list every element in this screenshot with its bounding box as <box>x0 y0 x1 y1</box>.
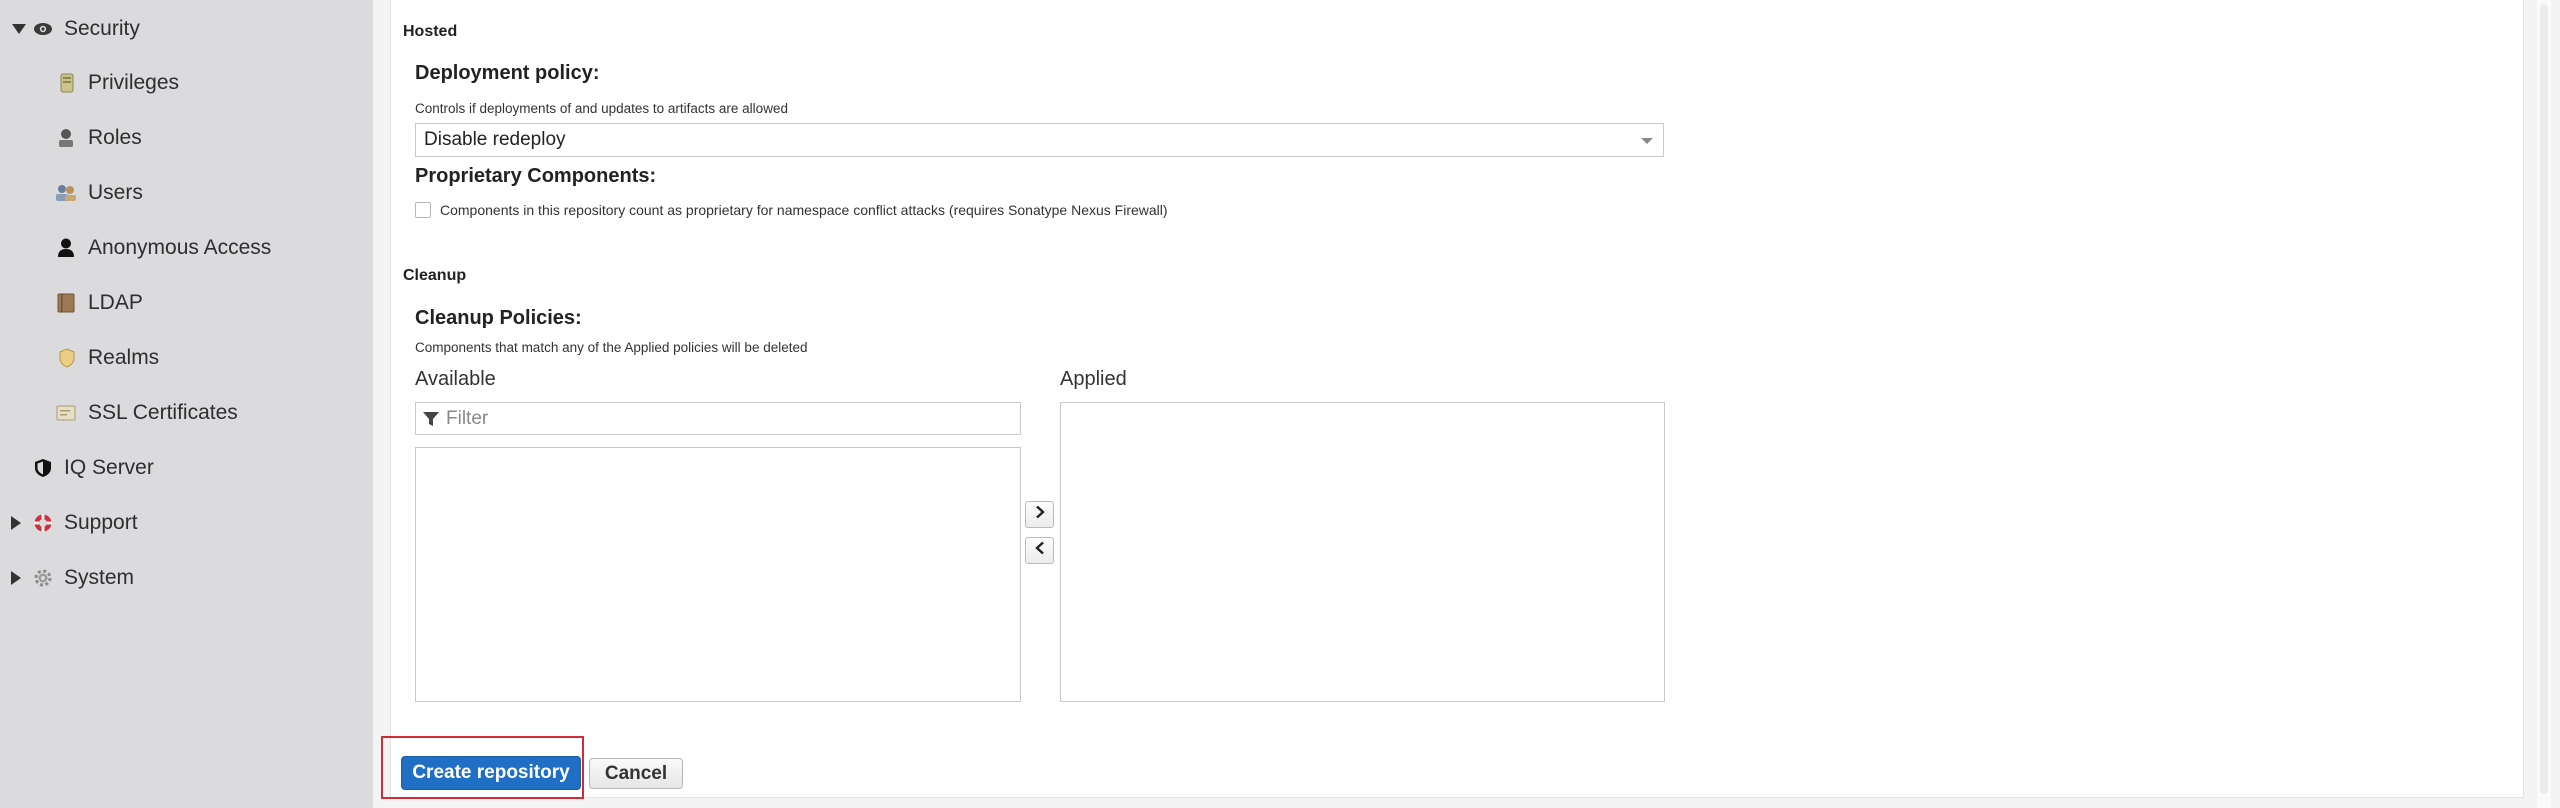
available-filter-field <box>415 402 1021 435</box>
sidebar-item-label: SSL Certificates <box>88 401 238 424</box>
realms-shield-icon <box>56 347 78 369</box>
privileges-icon <box>56 72 78 94</box>
deployment-policy-label: Deployment policy: <box>415 62 600 84</box>
dropdown-caret-icon[interactable] <box>1641 138 1653 144</box>
system-gear-icon <box>32 567 54 589</box>
sidebar-item-label: Security <box>64 17 140 40</box>
proprietary-components-checkbox[interactable] <box>415 202 431 218</box>
cleanup-section-title: Cleanup <box>403 267 467 284</box>
applied-policies-list[interactable] <box>1060 402 1665 702</box>
sidebar-item-iq-server[interactable]: IQ Server <box>0 444 373 492</box>
roles-icon <box>55 127 77 149</box>
expand-caret-right-icon[interactable] <box>11 516 21 530</box>
ssl-certificate-icon <box>55 402 77 424</box>
chevron-left-icon <box>1034 541 1046 560</box>
users-icon <box>55 182 77 204</box>
proprietary-components-label: Proprietary Components: <box>415 165 657 187</box>
proprietary-components-row: Components in this repository count as p… <box>415 200 1168 220</box>
sidebar-item-realms[interactable]: Realms <box>0 334 373 382</box>
available-list-label: Available <box>415 368 496 390</box>
sidebar-item-users[interactable]: Users <box>0 169 373 217</box>
ldap-book-icon <box>55 292 77 314</box>
sidebar-item-label: Privileges <box>88 71 180 94</box>
anonymous-user-icon <box>55 237 77 259</box>
remove-from-applied-button[interactable] <box>1025 537 1054 564</box>
cleanup-policies-label: Cleanup Policies: <box>415 307 582 329</box>
sidebar-item-security[interactable]: Security <box>0 5 373 53</box>
proprietary-components-checkbox-label: Components in this repository count as p… <box>440 202 1168 218</box>
admin-sidebar: Security Privileges Roles Users Anonymou… <box>0 0 373 808</box>
sidebar-item-anonymous-access[interactable]: Anonymous Access <box>0 224 373 272</box>
deployment-policy-value: Disable redeploy <box>424 129 566 150</box>
applied-list-label: Applied <box>1060 368 1127 390</box>
sidebar-item-ldap[interactable]: LDAP <box>0 279 373 327</box>
iq-server-shield-icon <box>32 457 54 479</box>
sidebar-item-label: System <box>64 566 135 589</box>
sidebar-item-label: Support <box>64 511 138 534</box>
support-lifebuoy-icon <box>32 512 54 534</box>
eye-icon <box>32 18 54 40</box>
scrollbar-thumb[interactable] <box>2540 4 2548 794</box>
add-to-applied-button[interactable] <box>1025 501 1054 528</box>
sidebar-item-privileges[interactable]: Privileges <box>0 59 373 107</box>
sidebar-item-label: Anonymous Access <box>88 236 272 259</box>
sidebar-item-label: Roles <box>88 126 142 149</box>
expand-caret-down-icon[interactable] <box>12 24 26 34</box>
sidebar-item-support[interactable]: Support <box>0 499 373 547</box>
deployment-policy-help: Controls if deployments of and updates t… <box>415 101 788 116</box>
expand-caret-right-icon[interactable] <box>11 571 21 585</box>
sidebar-item-ssl-certificates[interactable]: SSL Certificates <box>0 389 373 437</box>
hosted-section-title: Hosted <box>403 23 458 40</box>
sidebar-item-system[interactable]: System <box>0 554 373 602</box>
sidebar-item-label: IQ Server <box>64 456 154 479</box>
vertical-scrollbar[interactable] <box>2537 0 2551 808</box>
sidebar-item-roles[interactable]: Roles <box>0 114 373 162</box>
chevron-right-icon <box>1034 505 1046 524</box>
available-policies-list[interactable] <box>415 447 1021 702</box>
filter-funnel-icon <box>422 410 440 433</box>
sidebar-item-label: Users <box>88 181 143 204</box>
deployment-policy-select[interactable]: Disable redeploy <box>415 123 1664 157</box>
filter-input[interactable] <box>446 406 1006 431</box>
create-repository-button[interactable]: Create repository <box>401 756 581 790</box>
sidebar-item-label: Realms <box>88 346 160 369</box>
cleanup-policies-help: Components that match any of the Applied… <box>415 340 808 355</box>
cancel-button[interactable]: Cancel <box>589 758 683 789</box>
sidebar-item-label: LDAP <box>88 291 143 314</box>
